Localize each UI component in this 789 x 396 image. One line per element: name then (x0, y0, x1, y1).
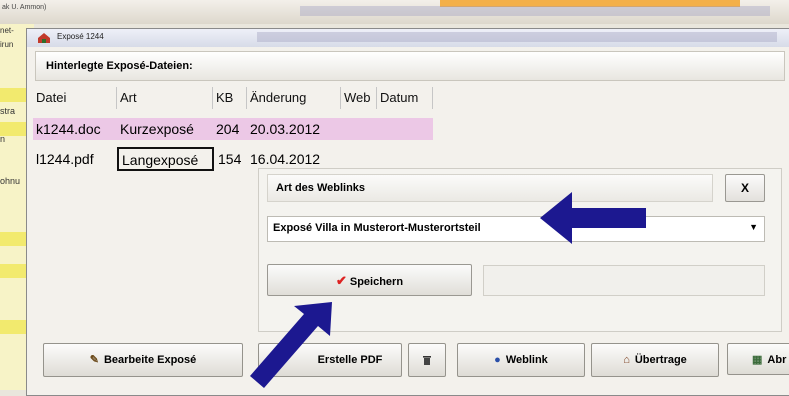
section-label: Hinterlegte Exposé-Dateien: (46, 60, 193, 72)
cell-web (341, 148, 377, 170)
calculator-icon: ▦ (752, 354, 763, 366)
weblink-type-select[interactable]: Exposé Villa in Musterort-Musterortsteil… (267, 216, 765, 242)
weblink-label: Weblink (505, 354, 548, 366)
expose-window: Exposé 1244 Hinterlegte Exposé-Dateien: … (26, 28, 789, 396)
select-value: Exposé Villa in Musterort-Musterortsteil (273, 222, 481, 234)
transfer-label: Übertrage (634, 354, 687, 366)
trash-icon (423, 356, 431, 366)
house-icon (38, 33, 50, 43)
save-button[interactable]: ✔ Speichern (267, 264, 472, 296)
edit-expose-button[interactable]: ✎ Bearbeite Exposé (43, 343, 243, 377)
abrechnung-button[interactable]: ▦ Abr (727, 343, 789, 375)
globe-icon: ● (494, 354, 501, 366)
edit-expose-label: Bearbeite Exposé (103, 354, 197, 366)
cell-aenderung: 20.03.2012 (250, 121, 321, 137)
cell-datum (377, 148, 433, 170)
cell-datei: l1244.pdf (36, 151, 94, 167)
house-transfer-icon: ⌂ (623, 354, 630, 366)
cell-datei: k1244.doc (36, 121, 101, 137)
status-field (483, 265, 765, 296)
title-toolbar-band (257, 32, 777, 42)
delete-button[interactable] (408, 343, 446, 377)
column-header-datei[interactable]: Datei (33, 87, 117, 109)
chevron-down-icon[interactable]: ▼ (749, 222, 758, 232)
pencil-icon: ✎ (89, 354, 99, 366)
cell-web (341, 118, 377, 140)
background-toolbar-band (300, 6, 770, 16)
window-title-bar[interactable]: Exposé 1244 (27, 29, 789, 47)
table-row[interactable]: k1244.doc Kurzexposé 204 20.03.2012 (33, 118, 433, 140)
cell-art-editing[interactable]: Langexposé (117, 147, 214, 171)
column-header-web[interactable]: Web (341, 87, 377, 109)
cell-datum (377, 118, 433, 140)
check-icon: ✔ (335, 273, 347, 288)
column-header-art[interactable]: Art (117, 87, 213, 109)
cell-kb: 154 (218, 151, 242, 167)
close-button[interactable]: X (725, 174, 765, 202)
annotation-arrow-icon (250, 302, 332, 388)
save-label: Speichern (349, 276, 404, 288)
annotation-arrow-icon (540, 192, 646, 244)
dialog-title: Art des Weblinks (276, 182, 366, 194)
background-menu-text: ak U. Ammon) (2, 4, 47, 11)
weblink-button[interactable]: ● Weblink (457, 343, 585, 377)
table-row[interactable]: l1244.pdf Langexposé 154 16.04.2012 (33, 147, 433, 171)
window-title: Exposé 1244 (57, 32, 104, 41)
cell-aenderung: 16.04.2012 (250, 151, 321, 167)
column-header-datum[interactable]: Datum (377, 87, 433, 109)
abrechnung-label: Abr (767, 354, 787, 366)
column-header-aenderung[interactable]: Änderung (247, 87, 341, 109)
cell-art: Kurzexposé (120, 121, 194, 137)
column-header-kb[interactable]: KB (213, 87, 247, 109)
cell-kb: 204 (216, 121, 240, 137)
transfer-button[interactable]: ⌂ Übertrage (591, 343, 719, 377)
section-header: Hinterlegte Exposé-Dateien: (35, 51, 785, 81)
background-title-bar: ak U. Ammon) (0, 0, 789, 24)
